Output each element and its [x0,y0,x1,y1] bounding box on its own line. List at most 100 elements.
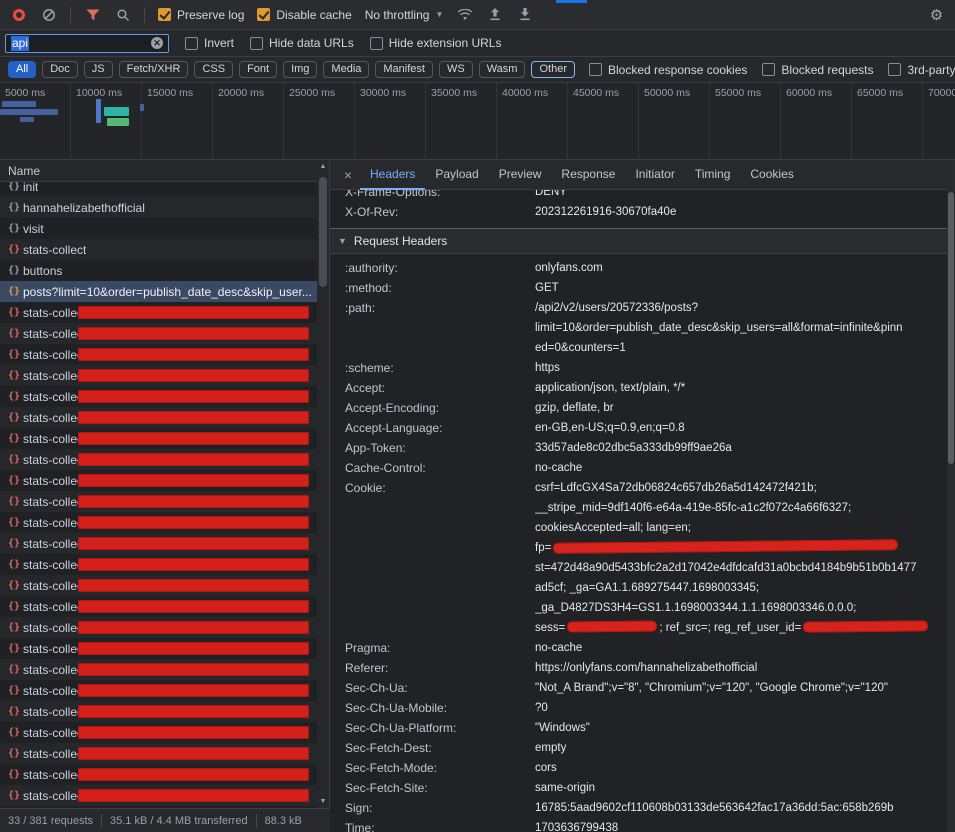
tab-cookies[interactable]: Cookies [740,160,803,190]
redaction-mark [78,390,309,403]
request-name: stats-collect [23,390,86,404]
checkbox-unchecked-icon [762,63,775,76]
request-row[interactable]: {}stats-collect [0,512,318,533]
redaction-mark [78,537,309,550]
search-button[interactable] [114,6,131,23]
record-icon [13,9,25,21]
type-chip-wasm[interactable]: Wasm [479,61,526,78]
timeline-overview[interactable]: 5000 ms10000 ms15000 ms20000 ms25000 ms3… [0,83,955,160]
top-blue-strip [556,0,587,3]
details-scrollbar[interactable] [947,160,955,832]
tab-headers[interactable]: Headers [360,160,425,190]
request-row[interactable]: {}stats-collect [0,554,318,575]
request-name: stats-collect [23,705,86,719]
request-row[interactable]: {}stats-collect [0,722,318,743]
request-row[interactable]: {}buttons [0,260,318,281]
clear-button[interactable] [40,6,57,23]
hide-extension-urls-checkbox[interactable]: Hide extension URLs [370,36,502,50]
type-chip-doc[interactable]: Doc [42,61,78,78]
resource-type-icon: {} [8,265,23,276]
type-chip-media[interactable]: Media [323,61,369,78]
request-row[interactable]: {}stats-collect [0,617,318,638]
request-name: stats-collect [23,537,86,551]
tab-preview[interactable]: Preview [489,160,552,190]
header-row: Sec-Fetch-Mode:cors [345,758,947,778]
request-headers-section[interactable]: ▼ Request Headers [330,228,947,254]
request-name: hannahelizabethofficial [23,201,145,215]
disable-cache-checkbox[interactable]: Disable cache [257,8,351,22]
type-chip-font[interactable]: Font [239,61,277,78]
request-row[interactable]: {}stats-collect [0,386,318,407]
type-chip-fetch-xhr[interactable]: Fetch/XHR [119,61,189,78]
toolbar-divider [144,7,145,23]
request-name: visit [23,222,44,236]
tab-response[interactable]: Response [551,160,625,190]
request-row[interactable]: {}stats-collect [0,743,318,764]
scrollbar-thumb[interactable] [319,177,327,287]
close-details-icon[interactable]: × [336,167,360,183]
checkbox-3rd-party-requests[interactable]: 3rd-party requests [888,63,955,77]
export-har-button[interactable] [516,6,533,23]
request-row[interactable]: {}stats-collect [0,659,318,680]
request-row[interactable]: {}stats-collect [0,680,318,701]
request-row[interactable]: {}stats-collect [0,323,318,344]
tab-initiator[interactable]: Initiator [625,160,684,190]
type-chip-other[interactable]: Other [531,61,575,78]
request-row[interactable]: {}visit [0,218,318,239]
request-row[interactable]: {}hannahelizabethofficial [0,197,318,218]
request-row[interactable]: {}stats-collect [0,533,318,554]
header-value: same-origin [535,778,947,798]
request-row[interactable]: {}stats-collect [0,470,318,491]
resource-type-chips: All Doc JS Fetch/XHR CSS Font Img Media Manifest… [8,61,575,78]
scrollbar-track[interactable] [317,173,329,795]
invert-checkbox[interactable]: Invert [185,36,234,50]
request-row[interactable]: {}stats-collect [0,701,318,722]
request-row[interactable]: {}stats-collect [0,575,318,596]
type-chip-all[interactable]: All [8,61,36,78]
request-row[interactable]: {}stats-collect [0,785,318,806]
checkbox-blocked-requests[interactable]: Blocked requests [762,63,873,77]
scrollbar-thumb[interactable] [948,192,954,464]
type-chip-ws[interactable]: WS [439,61,473,78]
name-column-header[interactable]: Name [0,160,318,182]
request-row[interactable]: {}stats-collect [0,344,318,365]
request-row[interactable]: {}stats-collect [0,302,318,323]
request-row[interactable]: {}stats-collect [0,239,318,260]
filter-input[interactable]: api ✕ [5,34,169,53]
request-row[interactable]: {}stats-collect [0,596,318,617]
preserve-log-checkbox[interactable]: Preserve log [158,8,244,22]
throttling-dropdown[interactable]: No throttling ▼ [365,8,444,22]
hide-data-urls-checkbox[interactable]: Hide data URLs [250,36,354,50]
tab-payload[interactable]: Payload [425,160,488,190]
request-row[interactable]: {}stats-collect [0,428,318,449]
scroll-down-icon[interactable]: ▼ [320,795,327,808]
record-button[interactable] [10,6,27,23]
request-row[interactable]: {}stats-collect [0,491,318,512]
header-name: Sec-Fetch-Dest: [345,738,535,758]
settings-gear-icon[interactable]: ⚙ [928,6,945,23]
network-conditions-button[interactable] [456,6,473,23]
disable-cache-label: Disable cache [276,8,351,22]
request-name: stats-collect [23,306,86,320]
resources-size: 88.3 kB [257,815,310,827]
request-row[interactable]: {}stats-collect [0,365,318,386]
requests-scrollbar[interactable]: ▲ ▼ [317,160,329,808]
request-row[interactable]: {}stats-collect [0,407,318,428]
scroll-up-icon[interactable]: ▲ [320,160,327,173]
request-row[interactable]: {}posts?limit=10&order=publish_date_desc… [0,281,318,302]
request-row[interactable]: {}init [0,182,318,197]
request-row[interactable]: {}stats-collect [0,764,318,785]
checkbox-blocked-response-cookies[interactable]: Blocked response cookies [589,63,747,77]
type-chip-manifest[interactable]: Manifest [375,61,433,78]
tab-timing[interactable]: Timing [685,160,741,190]
timeline-tick-label: 25000 ms [284,83,354,99]
import-har-button[interactable] [486,6,503,23]
type-chip-css[interactable]: CSS [194,61,233,78]
type-chip-img[interactable]: Img [283,61,317,78]
header-row: :path:/api2/v2/users/20572336/posts?limi… [345,298,947,358]
request-row[interactable]: {}stats-collect [0,449,318,470]
clear-filter-icon[interactable]: ✕ [151,37,163,49]
request-row[interactable]: {}stats-collect [0,638,318,659]
type-chip-js[interactable]: JS [84,61,113,78]
filter-button[interactable] [84,6,101,23]
